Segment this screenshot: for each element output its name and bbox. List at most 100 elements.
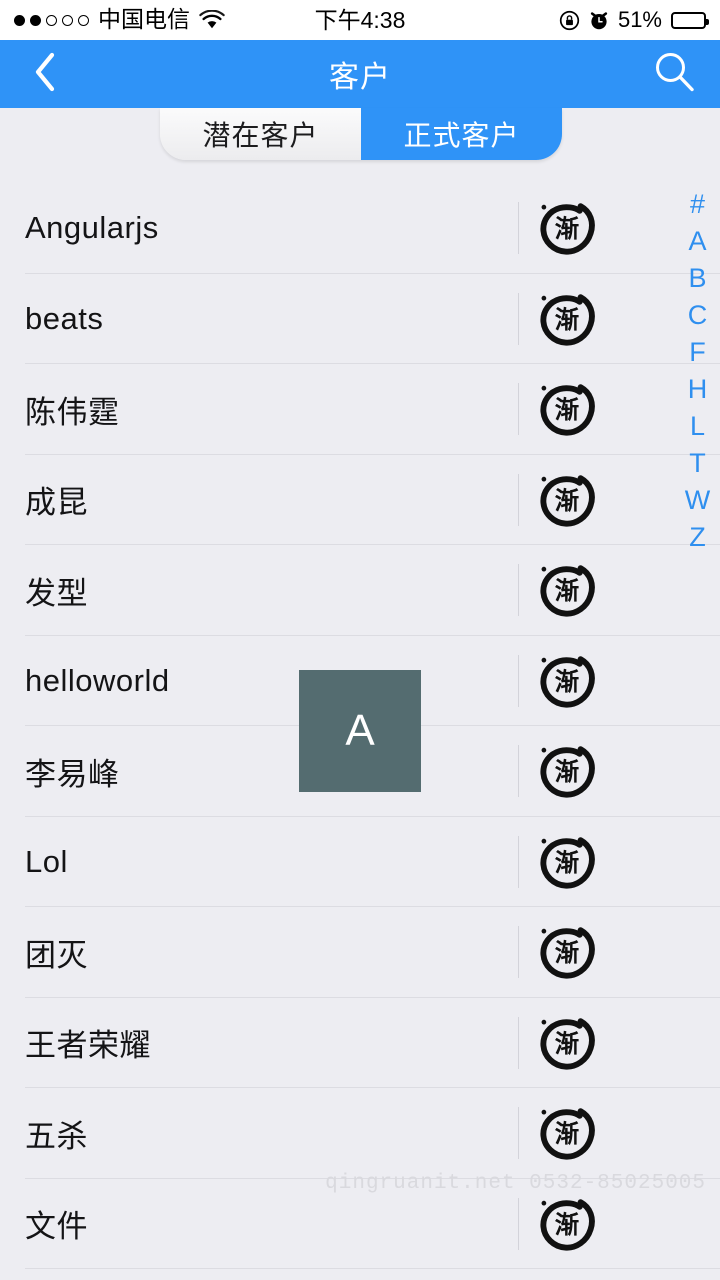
brand-stamp-icon: 渐 — [538, 652, 596, 710]
customer-list-row[interactable]: 团灭 渐 — [0, 907, 720, 998]
svg-text:渐: 渐 — [555, 576, 579, 605]
svg-text:渐: 渐 — [555, 757, 579, 786]
brand-stamp-icon: 渐 — [538, 561, 596, 619]
customer-name: Angularjs — [25, 210, 159, 246]
tab-potential-customers[interactable]: 潜在客户 — [160, 108, 361, 160]
customer-name: beats — [25, 300, 104, 336]
customer-name: 成昆 — [25, 485, 88, 521]
index-letter-h[interactable]: H — [675, 371, 720, 408]
index-letter-b[interactable]: B — [675, 260, 720, 297]
brand-stamp-icon: 渐 — [538, 199, 596, 257]
svg-text:渐: 渐 — [555, 667, 579, 696]
row-divider — [518, 202, 519, 255]
row-divider — [518, 926, 519, 979]
index-letter-f[interactable]: F — [675, 334, 720, 371]
svg-text:渐: 渐 — [555, 305, 579, 334]
customer-row-right: 渐 — [518, 1104, 720, 1162]
index-letter-c[interactable]: C — [675, 297, 720, 334]
customer-type-segmented-control[interactable]: 潜在客户 正式客户 — [160, 108, 562, 160]
customer-list-row[interactable]: 李易峰 渐 — [0, 726, 720, 817]
index-letter-hash[interactable]: # — [675, 186, 720, 223]
customer-list-row[interactable]: Angularjs 渐 — [0, 183, 720, 274]
customer-list-row[interactable]: 王者荣耀 渐 — [0, 998, 720, 1089]
customer-list-row[interactable]: 成昆 渐 — [0, 455, 720, 546]
svg-text:渐: 渐 — [555, 938, 579, 967]
customer-name: 团灭 — [25, 937, 88, 973]
brand-stamp-icon: 渐 — [538, 742, 596, 800]
rotation-lock-icon — [559, 10, 580, 31]
row-divider — [518, 1016, 519, 1069]
brand-stamp-icon: 渐 — [538, 923, 596, 981]
signal-dot-filled — [30, 14, 41, 26]
customer-name: 陈伟霆 — [25, 394, 120, 430]
navigation-bar: 客户 — [0, 40, 720, 108]
row-divider — [518, 564, 519, 617]
row-divider — [518, 745, 519, 798]
brand-stamp-icon: 渐 — [538, 471, 596, 529]
battery-percentage-label: 51% — [617, 7, 662, 32]
wifi-icon — [199, 10, 225, 30]
row-divider — [518, 1197, 519, 1250]
row-divider — [518, 383, 519, 436]
brand-stamp-icon: 渐 — [538, 290, 596, 348]
signal-dot-empty — [78, 14, 89, 26]
status-bar: 中国电信 下午4:38 51% — [0, 0, 720, 40]
svg-text:渐: 渐 — [555, 848, 579, 877]
customer-name: 李易峰 — [25, 756, 120, 792]
search-button[interactable] — [628, 40, 720, 108]
page-title: 客户 — [329, 61, 391, 94]
row-divider — [518, 1107, 519, 1160]
customer-row-right: 渐 — [518, 833, 720, 891]
row-divider — [518, 835, 519, 888]
customer-name: 王者荣耀 — [25, 1028, 151, 1064]
tab-formal-customers-label: 正式客户 — [403, 120, 520, 151]
back-button[interactable] — [0, 40, 90, 108]
customer-row-right: 渐 — [518, 1195, 720, 1253]
svg-text:渐: 渐 — [555, 395, 579, 424]
index-letter-z[interactable]: Z — [675, 519, 720, 556]
row-divider — [518, 654, 519, 707]
index-letter-l[interactable]: L — [675, 408, 720, 445]
signal-dot-empty — [62, 14, 73, 26]
customer-list-row[interactable]: 五杀 渐 — [0, 1088, 720, 1179]
customer-list-row[interactable]: 陈伟霆 渐 — [0, 364, 720, 455]
brand-stamp-icon: 渐 — [538, 833, 596, 891]
brand-stamp-icon: 渐 — [538, 1195, 596, 1253]
customer-name: Lol — [25, 843, 68, 879]
customer-name: 五杀 — [25, 1118, 88, 1154]
customer-row-right: 渐 — [518, 742, 720, 800]
alarm-clock-icon — [589, 10, 609, 31]
brand-stamp-icon: 渐 — [538, 1104, 596, 1162]
customer-list[interactable]: Angularjs 渐 beats 渐陈伟霆渐成昆渐发型渐 helloworld 渐李易峰… — [0, 183, 720, 1280]
customer-list-row[interactable]: 文件 渐 — [0, 1179, 720, 1270]
carrier-label: 中国电信 — [98, 6, 190, 33]
phone-screen: 中国电信 下午4:38 51% 客户 潜在客户 正式客户 Angularjs 渐… — [0, 0, 720, 1280]
brand-stamp-icon: 渐 — [538, 380, 596, 438]
row-divider — [518, 473, 519, 526]
customer-row-right: 渐 — [518, 923, 720, 981]
battery-icon — [671, 11, 709, 29]
customer-list-row[interactable]: 发型 渐 — [0, 545, 720, 636]
signal-dot-empty — [46, 14, 57, 26]
alphabet-index-bar[interactable]: # A B C F H L T W Z — [675, 186, 720, 556]
index-letter-t[interactable]: T — [675, 445, 720, 482]
svg-text:渐: 渐 — [555, 1029, 579, 1058]
svg-text:渐: 渐 — [555, 1119, 579, 1148]
customer-row-right: 渐 — [518, 561, 720, 619]
row-divider — [518, 292, 519, 345]
customer-name: helloworld — [25, 662, 170, 698]
customer-name: 文件 — [25, 1209, 88, 1245]
index-letter-a[interactable]: A — [675, 223, 720, 260]
svg-text:渐: 渐 — [555, 1210, 579, 1239]
customer-list-row[interactable]: beats 渐 — [0, 274, 720, 365]
chevron-left-icon — [32, 50, 58, 99]
customer-row-right: 渐 — [518, 652, 720, 710]
status-bar-right: 51% — [559, 7, 709, 32]
index-letter-w[interactable]: W — [675, 482, 720, 519]
tab-formal-customers[interactable]: 正式客户 — [361, 108, 562, 160]
signal-dot-filled — [14, 14, 25, 26]
customer-list-row[interactable]: helloworld 渐 — [0, 636, 720, 727]
tab-potential-customers-label: 潜在客户 — [202, 120, 319, 151]
customer-list-row[interactable]: Lol 渐 — [0, 817, 720, 908]
brand-stamp-icon: 渐 — [538, 1014, 596, 1072]
